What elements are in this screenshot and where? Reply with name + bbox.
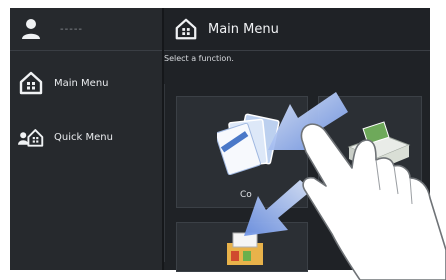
gesture-overlay bbox=[244, 92, 446, 280]
pinch-arrow-bottom bbox=[244, 180, 312, 236]
hand-icon bbox=[300, 123, 446, 280]
